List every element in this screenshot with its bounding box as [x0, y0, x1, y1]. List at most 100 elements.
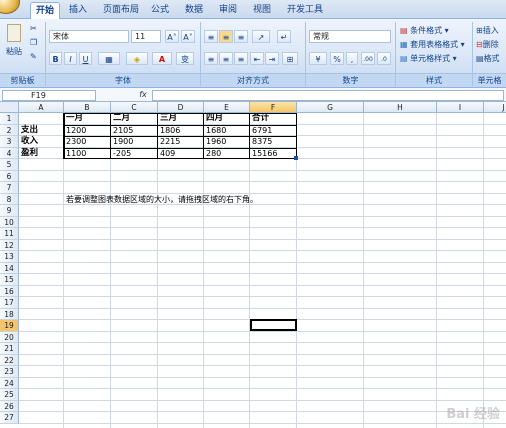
tab-home[interactable]: 开始 — [30, 2, 61, 19]
row-header-3[interactable]: 3 — [0, 136, 19, 148]
table-header-cell[interactable]: 四月 — [204, 113, 250, 125]
increase-indent-icon[interactable]: ⇥ — [265, 52, 279, 65]
column-header-a[interactable]: A — [19, 102, 64, 113]
row-header-16[interactable]: 16 — [0, 285, 19, 297]
fill-color-button[interactable]: ◈ — [126, 52, 148, 65]
align-middle-icon[interactable]: ≡ — [219, 30, 233, 43]
table-cell[interactable]: 280 — [204, 148, 250, 160]
shrink-font-button[interactable]: A˅ — [181, 30, 195, 43]
tab-view[interactable]: 视图 — [248, 2, 276, 19]
table-cell[interactable]: 1200 — [64, 125, 111, 137]
column-header-b[interactable]: B — [64, 102, 111, 113]
row-header-21[interactable]: 21 — [0, 343, 19, 355]
tab-page-layout[interactable]: 页面布局 — [98, 2, 144, 19]
wrap-text-icon[interactable]: ↵ — [277, 30, 291, 43]
tab-insert[interactable]: 插入 — [64, 2, 92, 19]
table-header-cell[interactable]: 二月 — [111, 113, 158, 125]
row-header-13[interactable]: 13 — [0, 251, 19, 263]
active-cell-f19[interactable] — [250, 319, 297, 331]
row-header-4[interactable]: 4 — [0, 147, 19, 159]
borders-button[interactable]: ▦ — [98, 52, 120, 65]
bold-button[interactable]: B — [49, 52, 62, 65]
table-cell[interactable]: 2215 — [158, 136, 204, 148]
table-cell[interactable]: 1806 — [158, 125, 204, 137]
table-cell[interactable]: 2105 — [111, 125, 158, 137]
merge-center-icon[interactable]: ⊞ — [282, 52, 298, 65]
paste-button[interactable]: 粘贴 — [6, 46, 22, 57]
column-header-g[interactable]: G — [297, 102, 364, 113]
row-header-14[interactable]: 14 — [0, 262, 19, 274]
format-as-table-button[interactable]: ▦ 套用表格格式 ▾ — [400, 39, 465, 50]
accounting-format-icon[interactable]: ¥ — [309, 52, 327, 65]
column-header-d[interactable]: D — [158, 102, 204, 113]
table-header-cell[interactable]: 合计 — [250, 113, 297, 125]
row-header-18[interactable]: 18 — [0, 308, 19, 320]
table-header-cell[interactable]: 一月 — [64, 113, 111, 125]
align-bottom-icon[interactable]: ≡ — [234, 30, 248, 43]
row-header-6[interactable]: 6 — [0, 170, 19, 182]
select-all-corner[interactable] — [0, 102, 19, 113]
row-header-9[interactable]: 9 — [0, 205, 19, 217]
cut-icon[interactable]: ✂ — [30, 24, 37, 33]
row-header-5[interactable]: 5 — [0, 159, 19, 171]
row-header-8[interactable]: 8 — [0, 193, 19, 205]
align-right-icon[interactable]: ≡ — [234, 52, 248, 65]
row-header-19[interactable]: 19 — [0, 320, 19, 332]
orientation-icon[interactable]: ↗ — [252, 30, 270, 43]
tab-developer[interactable]: 开发工具 — [282, 2, 328, 19]
align-top-icon[interactable]: ≡ — [204, 30, 218, 43]
cell-styles-button[interactable]: ▤ 单元格样式 ▾ — [400, 53, 457, 64]
row-header-1[interactable]: 1 — [0, 113, 19, 125]
row-header-27[interactable]: 27 — [0, 412, 19, 424]
paste-icon[interactable] — [7, 24, 21, 42]
conditional-formatting-button[interactable]: ▤ 条件格式 ▾ — [400, 25, 449, 36]
row-header-22[interactable]: 22 — [0, 354, 19, 366]
office-button[interactable] — [0, 0, 20, 14]
row-header-15[interactable]: 15 — [0, 274, 19, 286]
row-header-25[interactable]: 25 — [0, 389, 19, 401]
row-header-20[interactable]: 20 — [0, 331, 19, 343]
column-header-f[interactable]: F — [250, 102, 297, 113]
tab-formulas[interactable]: 公式 — [146, 2, 174, 19]
row-header-17[interactable]: 17 — [0, 297, 19, 309]
row-header-23[interactable]: 23 — [0, 366, 19, 378]
row-header-12[interactable]: 12 — [0, 239, 19, 251]
table-cell[interactable]: 2300 — [64, 136, 111, 148]
table-cell[interactable]: 1100 — [64, 148, 111, 160]
decrease-decimal-icon[interactable]: .0 — [377, 52, 391, 65]
table-cell[interactable]: 15166 — [250, 148, 297, 160]
table-cell[interactable]: 1960 — [204, 136, 250, 148]
row-header-24[interactable]: 24 — [0, 377, 19, 389]
worksheet-grid[interactable]: 若要调整图表数据区域的大小，请拖拽区域的右下角。 一月 二月 三月 四月 合计 支出 120… — [19, 113, 506, 428]
column-header-i[interactable]: I — [437, 102, 484, 113]
table-cell[interactable]: 409 — [158, 148, 204, 160]
tab-data[interactable]: 数据 — [180, 2, 208, 19]
number-format-select[interactable]: 常规 — [309, 30, 391, 43]
row-header-26[interactable]: 26 — [0, 400, 19, 412]
font-color-button[interactable]: A — [152, 52, 172, 65]
comma-button[interactable]: , — [346, 52, 358, 65]
italic-button[interactable]: I — [64, 52, 77, 65]
increase-decimal-icon[interactable]: .00 — [361, 52, 375, 65]
row-header-2[interactable]: 2 — [0, 124, 19, 136]
percent-button[interactable]: % — [330, 52, 344, 65]
table-header-cell[interactable]: 三月 — [158, 113, 204, 125]
formula-input[interactable] — [152, 90, 504, 101]
tab-review[interactable]: 审阅 — [214, 2, 242, 19]
align-left-icon[interactable]: ≡ — [204, 52, 218, 65]
row-header-7[interactable]: 7 — [0, 182, 19, 194]
format-cells-button[interactable]: ▤格式 — [476, 53, 500, 64]
underline-button[interactable]: U — [79, 52, 92, 65]
phonetic-button[interactable]: 变 — [176, 52, 194, 65]
delete-cells-button[interactable]: ⊟删除 — [476, 39, 499, 50]
fx-icon[interactable]: fx — [136, 89, 150, 101]
name-box[interactable]: F19 — [2, 90, 96, 101]
row-header-11[interactable]: 11 — [0, 228, 19, 240]
format-painter-icon[interactable]: ✎ — [30, 52, 37, 61]
table-cell[interactable]: 1900 — [111, 136, 158, 148]
copy-icon[interactable]: ❐ — [30, 38, 37, 47]
column-header-h[interactable]: H — [364, 102, 437, 113]
decrease-indent-icon[interactable]: ⇤ — [250, 52, 264, 65]
row-header-10[interactable]: 10 — [0, 216, 19, 228]
table-row-label[interactable]: 盈利 — [19, 148, 64, 160]
